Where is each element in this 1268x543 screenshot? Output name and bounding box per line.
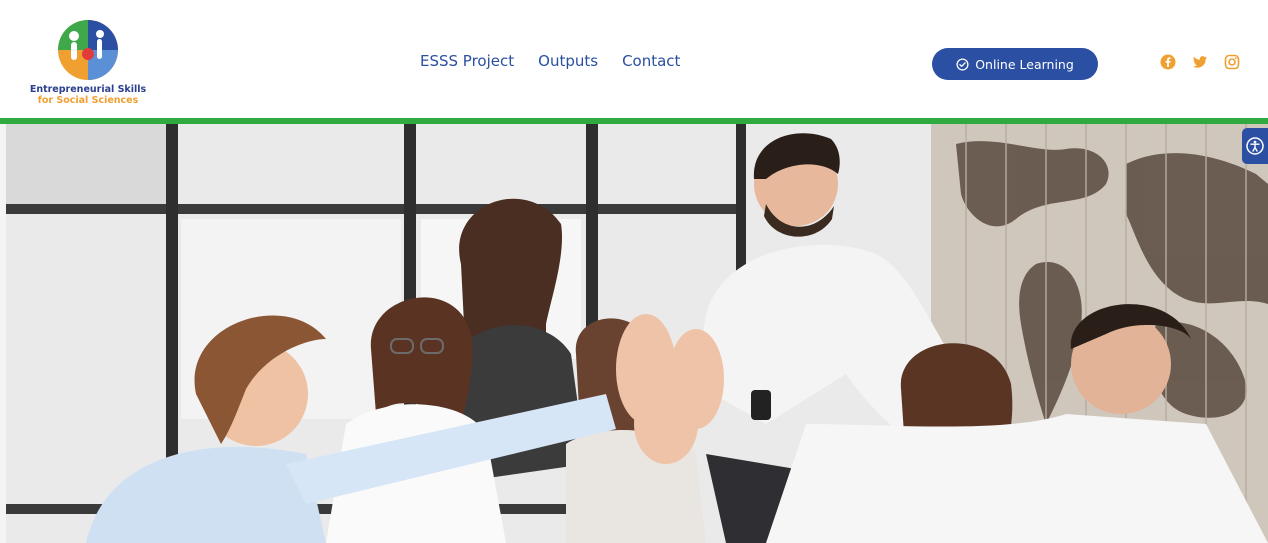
accessibility-button[interactable] (1242, 128, 1268, 164)
social-links (1160, 54, 1240, 70)
nav-link-outputs[interactable]: Outputs (538, 52, 598, 70)
site-logo[interactable]: Entrepreneurial Skills for Social Scienc… (18, 14, 158, 110)
online-learning-label: Online Learning (975, 56, 1074, 72)
accessibility-icon (1246, 137, 1264, 155)
online-learning-button[interactable]: Online Learning (932, 48, 1098, 80)
twitter-icon[interactable] (1192, 54, 1208, 70)
main-nav: ESSS Project Outputs Contact (420, 52, 680, 70)
facebook-icon[interactable] (1160, 54, 1176, 70)
instagram-icon[interactable] (1224, 54, 1240, 70)
logo-title-line1: Entrepreneurial Skills (29, 84, 147, 95)
team-high-five-photo (6, 124, 1268, 543)
site-header: Entrepreneurial Skills for Social Scienc… (0, 0, 1268, 118)
logo-title-line2: for Social Sciences (37, 95, 139, 106)
nav-link-contact[interactable]: Contact (622, 52, 680, 70)
hero-image (6, 124, 1268, 543)
page: Entrepreneurial Skills for Social Scienc… (0, 0, 1268, 543)
logo-emblem-icon (58, 20, 118, 80)
circle-check-icon (956, 57, 969, 71)
nav-link-esss-project[interactable]: ESSS Project (420, 52, 514, 70)
